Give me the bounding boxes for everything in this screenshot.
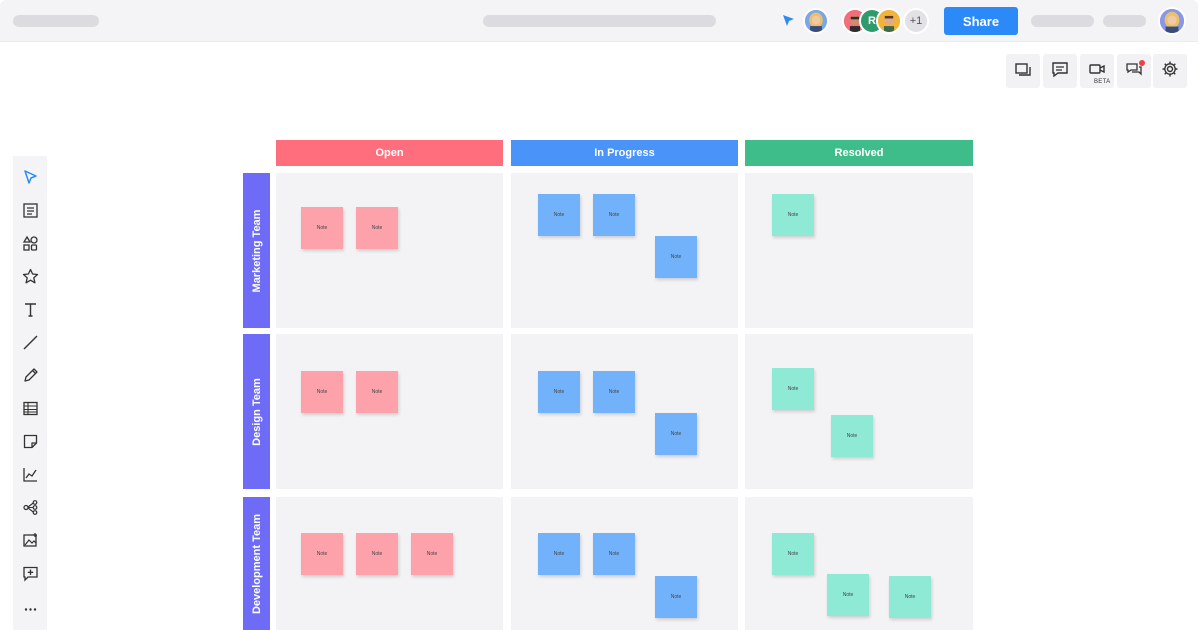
column-header-in-progress[interactable]: In Progress [511, 140, 738, 166]
sticky-note[interactable]: Note [301, 371, 343, 413]
sticky-note[interactable]: Note [356, 371, 398, 413]
board-cell[interactable] [745, 334, 973, 489]
row-header-development-team[interactable]: Development Team [243, 497, 270, 630]
sticky-note[interactable]: Note [538, 371, 580, 413]
line-tool[interactable] [13, 332, 47, 358]
sticky-note[interactable]: Note [772, 368, 814, 410]
column-header-open[interactable]: Open [276, 140, 503, 166]
user-avatar[interactable] [1158, 7, 1186, 35]
collaborator-avatar[interactable] [876, 8, 902, 34]
pencil-icon [22, 367, 39, 389]
shapes-icon [22, 235, 39, 257]
image-tool[interactable] [13, 530, 47, 556]
column-label: Resolved [834, 147, 884, 159]
sticky-note[interactable]: Note [538, 194, 580, 236]
row-label: Design Team [250, 377, 263, 446]
sticky-note-icon [22, 433, 39, 455]
share-button[interactable]: Share [944, 7, 1018, 35]
sticky-note-tool[interactable] [13, 431, 47, 457]
table-icon [22, 400, 39, 422]
top-bar: R +1 Share [0, 0, 1198, 42]
settings-button[interactable] [1153, 54, 1187, 88]
toolbar-placeholder-1[interactable] [1031, 15, 1094, 27]
board-cell[interactable] [276, 173, 503, 328]
collaborator-cursor-icon [782, 14, 795, 32]
sticky-note[interactable]: Note [593, 533, 635, 575]
collaborator-initial: R [868, 15, 876, 27]
shapes-tool[interactable] [13, 233, 47, 259]
more-tools-button[interactable] [13, 599, 47, 625]
document-icon [22, 202, 39, 224]
chart-tool[interactable] [13, 464, 47, 490]
frames-button[interactable] [1006, 54, 1040, 88]
add-comment-icon [22, 565, 39, 587]
sticky-note[interactable]: Note [827, 574, 869, 616]
row-label: Marketing Team [250, 209, 263, 292]
sticky-note[interactable]: Note [655, 236, 697, 278]
sticky-note[interactable]: Note [356, 207, 398, 249]
image-icon [22, 532, 39, 554]
sticky-note[interactable]: Note [889, 576, 931, 618]
select-tool[interactable] [13, 167, 47, 193]
stickers-tool[interactable] [13, 266, 47, 292]
sticky-note[interactable]: Note [356, 533, 398, 575]
more-collaborators-badge[interactable]: +1 [903, 8, 929, 34]
sticky-note[interactable]: Note [411, 533, 453, 575]
more-icon [22, 601, 39, 623]
templates-tool[interactable] [13, 200, 47, 226]
mind-map-icon [22, 499, 39, 521]
sticky-note[interactable]: Note [655, 576, 697, 618]
gear-icon [1161, 60, 1179, 83]
column-label: In Progress [594, 147, 655, 159]
pen-tool[interactable] [13, 365, 47, 391]
sticky-note[interactable]: Note [301, 207, 343, 249]
column-header-resolved[interactable]: Resolved [745, 140, 973, 166]
whiteboard-app: R +1 Share BETA Open In Progress Resolve… [0, 0, 1200, 630]
chat-button[interactable] [1117, 54, 1151, 88]
sticky-note[interactable]: Note [593, 371, 635, 413]
cursor-owner-avatar[interactable] [803, 8, 829, 34]
add-frame-tool[interactable] [13, 563, 47, 589]
line-chart-icon [22, 466, 39, 488]
sticky-note[interactable]: Note [772, 194, 814, 236]
sticky-note[interactable]: Note [538, 533, 580, 575]
mind-map-tool[interactable] [13, 497, 47, 523]
sticky-note[interactable]: Note [593, 194, 635, 236]
board-name-placeholder[interactable] [13, 15, 99, 27]
sticky-note[interactable]: Note [301, 533, 343, 575]
board-title-placeholder[interactable] [483, 15, 716, 27]
notification-dot [1139, 60, 1145, 66]
line-icon [22, 334, 39, 356]
toolbar-placeholder-2[interactable] [1103, 15, 1146, 27]
star-icon [22, 268, 39, 290]
left-toolbar [13, 156, 47, 630]
text-tool[interactable] [13, 299, 47, 325]
row-header-marketing-team[interactable]: Marketing Team [243, 173, 270, 328]
comment-icon [1051, 60, 1069, 83]
more-collaborators-count: +1 [909, 15, 923, 27]
row-label: Development Team [250, 513, 263, 614]
beta-badge: BETA [1094, 79, 1111, 85]
sticky-note[interactable]: Note [831, 415, 873, 457]
sticky-note[interactable]: Note [655, 413, 697, 455]
column-label: Open [375, 147, 404, 159]
frames-icon [1014, 60, 1032, 83]
text-icon [22, 301, 39, 323]
comments-button[interactable] [1043, 54, 1077, 88]
table-tool[interactable] [13, 398, 47, 424]
cursor-icon [22, 169, 39, 191]
sticky-note[interactable]: Note [772, 533, 814, 575]
row-header-design-team[interactable]: Design Team [243, 334, 270, 489]
